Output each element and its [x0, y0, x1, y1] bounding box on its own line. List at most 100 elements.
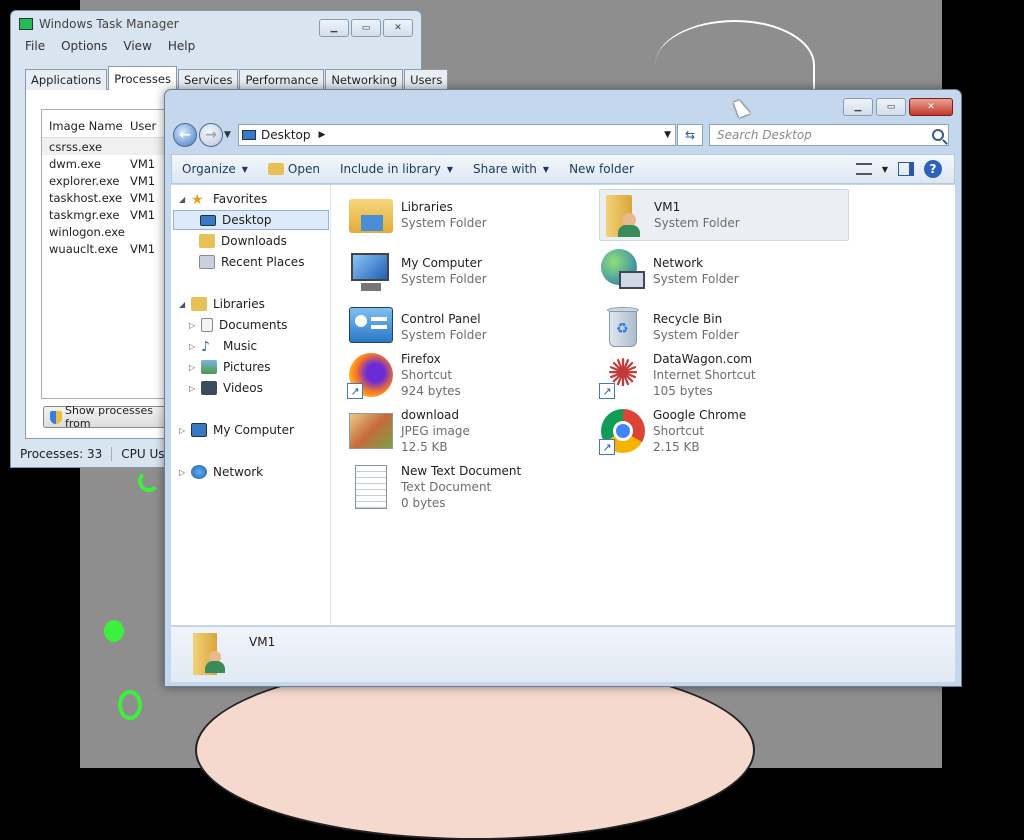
task-manager-icon [19, 18, 33, 30]
firefox-icon: ↗ [347, 351, 395, 399]
minimize-button[interactable]: ▁ [319, 19, 349, 37]
menu-help[interactable]: Help [168, 39, 195, 53]
back-button[interactable]: ← [173, 123, 197, 147]
recent-places-icon [199, 255, 215, 269]
nav-downloads[interactable]: Downloads [199, 231, 287, 251]
tab-applications[interactable]: Applications [25, 69, 108, 90]
tab-networking[interactable]: Networking [325, 69, 404, 90]
tab-processes[interactable]: Processes [108, 66, 177, 90]
new-folder-button[interactable]: New folder [559, 162, 644, 176]
open-button[interactable]: Open [258, 162, 330, 176]
chevron-down-icon: ▼ [446, 164, 453, 174]
menu-options[interactable]: Options [61, 39, 107, 53]
include-in-library-button[interactable]: Include in library ▼ [330, 162, 463, 176]
table-row[interactable]: wuauclt.exe VM1 [42, 240, 170, 257]
nav-pictures[interactable]: ▷ Pictures [189, 357, 271, 377]
navigation-pane: ◢ ★ Favorites Desktop Downloads Recent Pla… [171, 185, 331, 625]
collapse-arrow-icon[interactable]: ▷ [179, 426, 189, 435]
downloads-folder-icon [199, 234, 215, 248]
list-item[interactable]: ♻ Recycle Bin System Folder [599, 301, 849, 353]
forward-button[interactable]: → [199, 123, 223, 147]
close-button[interactable]: ✕ [909, 98, 953, 116]
list-item[interactable]: My Computer System Folder [347, 245, 597, 297]
table-row[interactable]: winlogon.exe [42, 223, 170, 240]
maximize-button[interactable]: ▭ [351, 19, 381, 37]
status-processes: Processes: 33 [11, 447, 113, 461]
change-view-icon[interactable] [855, 163, 872, 175]
nav-libraries[interactable]: ◢ Libraries [179, 294, 265, 314]
list-item[interactable]: New Text Document Text Document 0 bytes [347, 461, 597, 513]
collapse-arrow-icon[interactable]: ▷ [189, 384, 199, 393]
task-manager-title: Windows Task Manager [39, 17, 179, 31]
show-processes-button[interactable]: Show processes from [43, 404, 183, 430]
chevron-right-icon[interactable]: ▶ [319, 130, 326, 140]
chrome-icon: ↗ [599, 407, 647, 455]
collapse-arrow-icon[interactable]: ▷ [189, 363, 199, 372]
collapse-arrow-icon[interactable]: ▷ [189, 342, 199, 351]
tab-performance[interactable]: Performance [239, 69, 325, 90]
chevron-down-icon: ▼ [542, 164, 550, 174]
table-row[interactable]: taskhost.exe VM1 [42, 189, 170, 206]
search-input[interactable]: Search Desktop [709, 124, 949, 146]
list-item[interactable]: Libraries System Folder [347, 189, 597, 241]
help-icon[interactable]: ? [924, 160, 942, 178]
datawagon-icon: ✺ ↗ [599, 351, 647, 399]
collapse-arrow-icon[interactable]: ▷ [179, 468, 189, 477]
chevron-down-icon: ▼ [241, 164, 248, 174]
address-bar[interactable]: Desktop ▶ ▼ [238, 124, 676, 146]
refresh-button[interactable]: ⇆ [677, 124, 703, 146]
folder-icon [267, 163, 284, 175]
table-row[interactable]: dwm.exe VM1 [42, 155, 170, 172]
menu-view[interactable]: View [123, 39, 151, 53]
preview-pane-icon[interactable] [898, 162, 914, 176]
list-item[interactable]: download JPEG image 12.5 KB [347, 405, 597, 457]
table-row[interactable]: explorer.exe VM1 [42, 172, 170, 189]
nav-videos[interactable]: ▷ Videos [189, 378, 263, 398]
address-bar-row: ← → ▼ Desktop ▶ ▼ ⇆ Search Desktop [173, 122, 955, 148]
nav-documents[interactable]: ▷ Documents [189, 315, 287, 335]
expand-arrow-icon[interactable]: ◢ [179, 195, 189, 204]
tab-services[interactable]: Services [177, 69, 239, 90]
network-icon [191, 465, 207, 479]
explorer-window[interactable]: ▁ ▭ ✕ ← → ▼ Desktop ▶ ▼ ⇆ Search Desktop… [164, 89, 962, 687]
details-pane: VM1 [171, 626, 955, 682]
nav-music[interactable]: ▷ ♪ Music [189, 336, 257, 356]
computer-icon [347, 247, 395, 295]
list-item[interactable]: ✺ ↗ DataWagon.com Internet Shortcut 105 byt… [599, 349, 849, 401]
address-dropdown[interactable]: ▼ [664, 130, 671, 140]
list-item[interactable]: ↗ Firefox Shortcut 924 bytes [347, 349, 597, 401]
collapse-arrow-icon[interactable]: ▷ [189, 321, 199, 330]
nav-network[interactable]: ▷ Network [179, 462, 263, 482]
process-list[interactable]: Image Name User csrss.exe dwm.exe VM1 exp… [41, 109, 171, 399]
nav-favorites[interactable]: ◢ ★ Favorites [179, 189, 267, 209]
list-item[interactable]: Control Panel System Folder [347, 301, 597, 353]
list-item[interactable]: Network System Folder [599, 245, 849, 297]
tab-users[interactable]: Users [404, 69, 449, 90]
menu-file[interactable]: File [25, 39, 45, 53]
list-item[interactable]: VM1 System Folder [599, 189, 849, 241]
desktop-icon [242, 130, 256, 140]
organize-button[interactable]: Organize ▼ [172, 162, 258, 176]
breadcrumb[interactable]: Desktop [261, 128, 311, 142]
shortcut-arrow-icon: ↗ [347, 383, 363, 399]
text-document-icon [347, 463, 395, 511]
chevron-down-icon[interactable]: ▼ [882, 165, 888, 174]
nav-my-computer[interactable]: ▷ My Computer [179, 420, 294, 440]
user-folder-icon [191, 633, 231, 677]
file-list[interactable]: Libraries System Folder VM1 System Folder … [331, 185, 955, 625]
uac-shield-icon [50, 410, 62, 424]
recent-pages-dropdown[interactable]: ▼ [224, 130, 236, 140]
column-user[interactable]: User [130, 119, 156, 133]
search-icon[interactable] [932, 129, 944, 141]
nav-recent-places[interactable]: Recent Places [199, 252, 304, 272]
maximize-button[interactable]: ▭ [876, 98, 906, 116]
nav-desktop[interactable]: Desktop [173, 210, 329, 230]
column-image-name[interactable]: Image Name [42, 119, 130, 133]
expand-arrow-icon[interactable]: ◢ [179, 300, 189, 309]
table-row[interactable]: csrss.exe [42, 138, 170, 155]
list-item[interactable]: ↗ Google Chrome Shortcut 2.15 KB [599, 405, 849, 457]
share-with-button[interactable]: Share with ▼ [463, 162, 559, 176]
table-row[interactable]: taskmgr.exe VM1 [42, 206, 170, 223]
minimize-button[interactable]: ▁ [843, 98, 873, 116]
close-button[interactable]: ✕ [383, 19, 413, 37]
